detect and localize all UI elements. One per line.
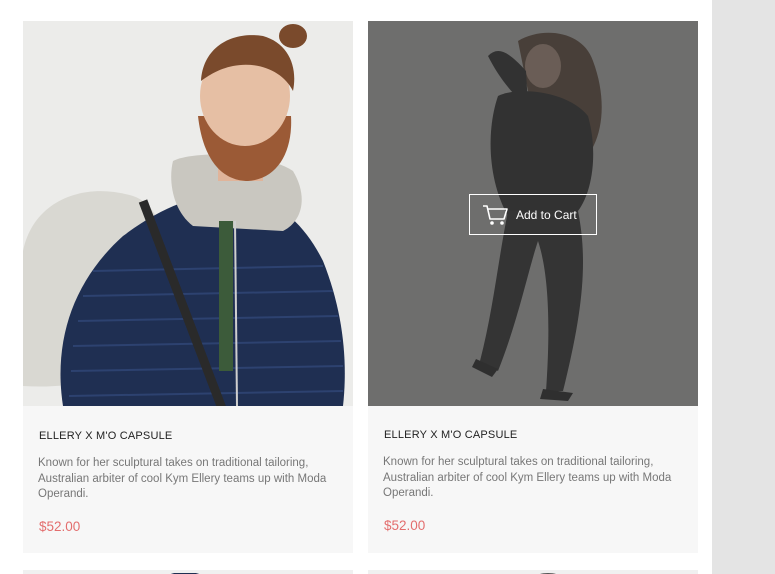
product-price: $52.00 <box>384 518 426 533</box>
product-image[interactable]: Add to Cart <box>368 21 698 406</box>
cart-icon <box>483 204 508 225</box>
product-title[interactable]: ELLERY X M'O CAPSULE <box>384 429 517 441</box>
add-to-cart-button[interactable]: Add to Cart <box>469 194 597 235</box>
product-grid-panel: ELLERY X M'O CAPSULE Known for her sculp… <box>0 0 712 574</box>
product-card[interactable]: Add to Cart ELLERY X M'O CAPSULE Known f… <box>368 21 698 553</box>
add-to-cart-label: Add to Cart <box>516 207 577 222</box>
product-description: Known for her sculptural takes on tradit… <box>383 456 672 499</box>
product-title[interactable]: ELLERY X M'O CAPSULE <box>39 430 172 442</box>
product-image[interactable] <box>23 21 353 406</box>
product-card[interactable]: ELLERY X M'O CAPSULE Known for her sculp… <box>23 21 353 553</box>
product-description: Known for her sculptural takes on tradit… <box>38 457 327 500</box>
product-card[interactable] <box>23 570 353 574</box>
product-price: $52.00 <box>39 519 81 534</box>
product-card[interactable] <box>368 570 698 574</box>
